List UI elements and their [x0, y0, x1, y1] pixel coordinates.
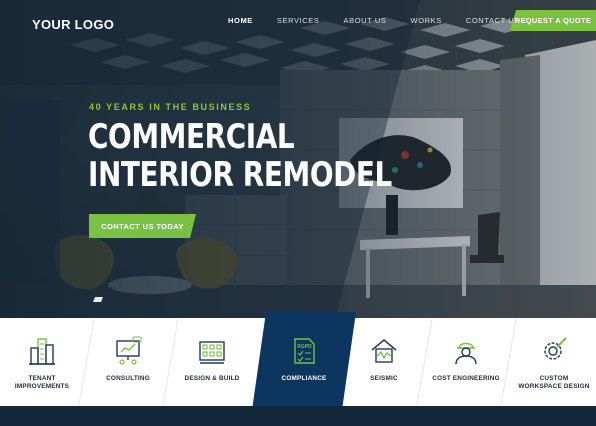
buildings-icon — [29, 338, 55, 365]
service-custom-workspace-design[interactable]: CUSTOM WORKSPACE DESIGN — [512, 318, 596, 406]
hero-tagline: 40 YEARS IN THE BUSINESS — [89, 102, 252, 112]
hero-headline-line2: INTERIOR REMODEL — [88, 155, 392, 195]
nav-item-home[interactable]: HOME — [216, 15, 265, 27]
service-cost-engineering[interactable]: COST ENGINEERING — [424, 318, 508, 406]
nav-item-services[interactable]: SERVICES — [265, 15, 332, 27]
contact-us-today-button[interactable]: CONTACT US TODAY — [89, 214, 196, 238]
presentation-board-icon — [116, 336, 142, 365]
footer-strip — [0, 406, 596, 426]
hero-headline-line1: COMMERCIAL — [88, 117, 295, 157]
rgpd-document-icon: RGPD — [294, 338, 315, 364]
service-seismic[interactable]: SEISMIC — [342, 318, 426, 406]
service-label: TENANT IMPROVEMENTS — [14, 375, 70, 390]
service-label: CUSTOM WORKSPACE DESIGN — [518, 375, 590, 390]
service-design-build[interactable]: DESIGN & BUILD — [170, 318, 254, 406]
nav-item-works[interactable]: WORKS — [399, 15, 454, 27]
hero-headline: COMMERCIAL INTERIOR REMODEL — [88, 118, 392, 194]
blueprint-grid-icon — [199, 341, 225, 364]
service-label: COST ENGINEERING — [432, 375, 500, 382]
service-label: CONSULTING — [106, 375, 150, 382]
engineer-icon — [455, 342, 477, 365]
house-seismic-icon — [371, 339, 397, 363]
service-label: COMPLIANCE — [281, 375, 327, 382]
service-consulting[interactable]: CONSULTING — [86, 318, 170, 406]
main-nav: HOME SERVICES ABOUT US WORKS CONTACT US — [216, 15, 532, 27]
service-label: DESIGN & BUILD — [184, 375, 240, 382]
service-tenant-improvements[interactable]: TENANT IMPROVEMENTS — [0, 318, 84, 406]
gear-pencil-icon — [544, 337, 567, 360]
service-compliance[interactable]: RGPD COMPLIANCE — [262, 318, 346, 406]
nav-item-about-us[interactable]: ABOUT US — [332, 15, 399, 27]
site-logo[interactable]: YOUR LOGO — [32, 17, 114, 32]
request-quote-button[interactable]: REQUEST A QUOTE — [510, 10, 596, 31]
rgpd-badge: RGPD — [297, 344, 312, 350]
service-label: SEISMIC — [370, 375, 398, 382]
hero-section: YOUR LOGO HOME SERVICES ABOUT US WORKS C… — [0, 0, 596, 318]
